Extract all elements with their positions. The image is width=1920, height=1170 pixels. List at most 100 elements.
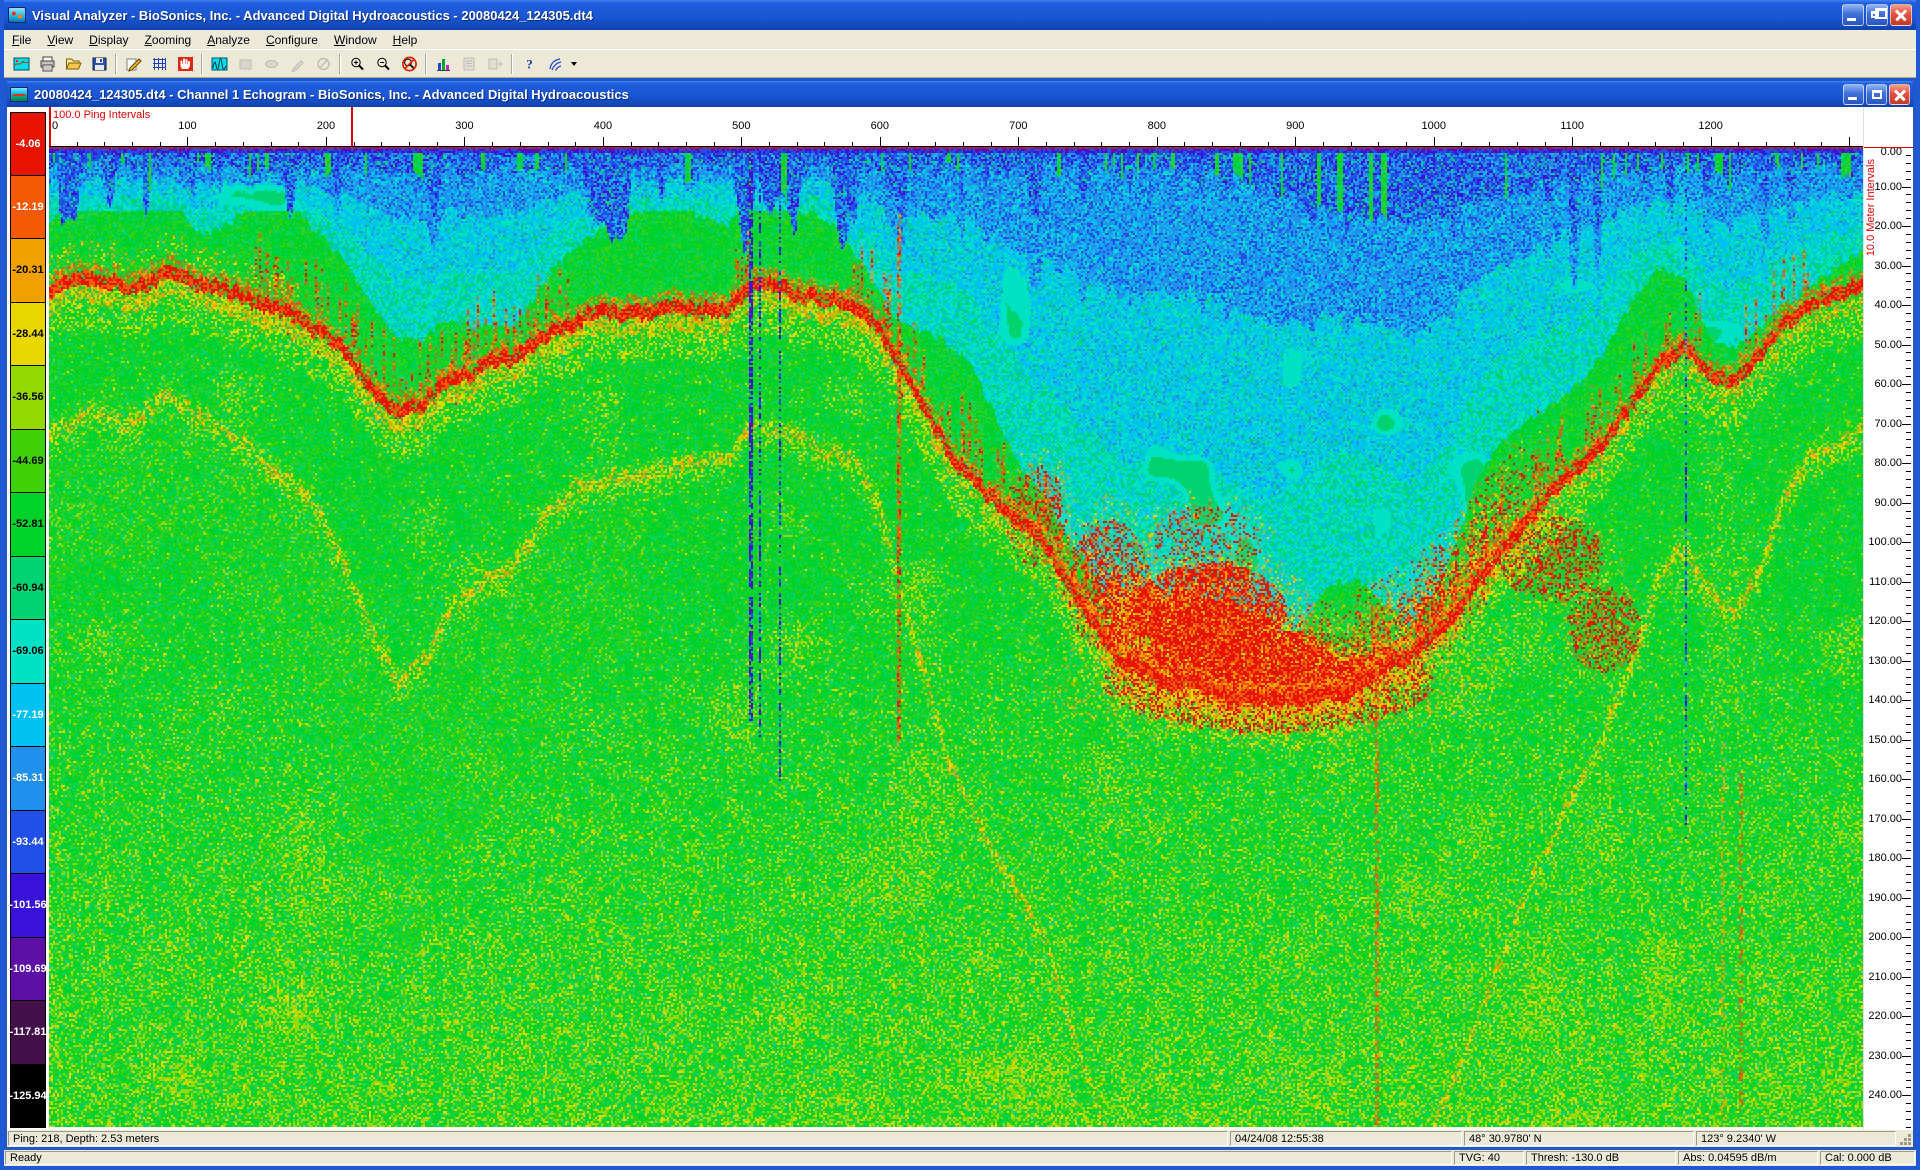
ping-tick	[1268, 142, 1269, 146]
depth-tick	[1906, 1087, 1911, 1088]
ping-tick	[1434, 137, 1435, 146]
menu-configure[interactable]: Configure	[258, 31, 326, 49]
ping-tick-label: 0	[52, 120, 58, 132]
menu-file[interactable]: File	[4, 31, 39, 49]
status-latitude: 48° 30.9780' N	[1464, 1131, 1694, 1146]
grid-icon[interactable]	[146, 52, 172, 76]
depth-tick	[1906, 811, 1911, 812]
depth-tick	[1906, 479, 1911, 480]
color-scale-item: -28.44	[10, 303, 46, 367]
depth-tick	[1906, 234, 1911, 235]
depth-tick	[1906, 194, 1911, 195]
sound-icon[interactable]	[542, 52, 568, 76]
ping-tick	[1378, 142, 1379, 146]
ping-tick	[1489, 142, 1490, 146]
menu-analyze[interactable]: Analyze	[199, 31, 258, 49]
depth-tick	[1906, 1064, 1911, 1065]
hand-stop-icon[interactable]	[172, 52, 198, 76]
depth-tick-label: 180.00	[1868, 852, 1902, 864]
depth-tick	[1902, 1095, 1911, 1096]
zoom-out-icon[interactable]	[370, 52, 396, 76]
ping-tick-label: 800	[1148, 120, 1166, 132]
depth-tick	[1902, 226, 1911, 227]
depth-tick-label: 110.00	[1869, 576, 1902, 588]
waveform-icon[interactable]	[206, 52, 232, 76]
color-scale-item: -77.19	[10, 684, 46, 748]
ping-tick	[520, 142, 521, 146]
depth-tick-label: 70.00	[1874, 418, 1902, 430]
depth-tick-label: 80.00	[1874, 457, 1902, 469]
ping-tick	[409, 142, 410, 146]
color-scale-item: -52.81	[10, 493, 46, 557]
menu-help[interactable]: Help	[385, 31, 426, 49]
echogram-canvas[interactable]	[49, 147, 1863, 1127]
depth-tick	[1906, 590, 1911, 591]
depth-tick	[1906, 629, 1911, 630]
ping-tick	[1212, 142, 1213, 146]
ping-tick	[631, 142, 632, 146]
depth-tick	[1906, 376, 1911, 377]
zoom-in-icon[interactable]	[344, 52, 370, 76]
surface-line	[1864, 147, 1913, 148]
status-threshold: Thresh: -130.0 dB	[1526, 1151, 1676, 1165]
ping-tick	[603, 137, 604, 146]
main-status-bar: Ready TVG: 40 Thresh: -130.0 dB Abs: 0.0…	[4, 1150, 1916, 1166]
status-absorption: Abs: 0.04595 dB/m	[1678, 1151, 1818, 1165]
print-icon[interactable]	[34, 52, 60, 76]
ping-ruler: 100.0 Ping Intervals 0100200300400500600…	[49, 107, 1863, 147]
color-scale-item: -117.81	[10, 1001, 46, 1065]
close-button[interactable]	[1890, 4, 1912, 26]
depth-tick-label: 10.00	[1874, 181, 1902, 193]
depth-tick	[1902, 542, 1911, 543]
depth-tick	[1906, 1001, 1911, 1002]
toolbar-separator	[425, 54, 427, 74]
edit-icon[interactable]	[120, 52, 146, 76]
ping-tick	[1323, 142, 1324, 146]
depth-tick	[1902, 1056, 1911, 1057]
echogram-view-icon[interactable]	[8, 52, 34, 76]
depth-tick	[1906, 550, 1911, 551]
depth-tick	[1906, 637, 1911, 638]
open-icon[interactable]	[60, 52, 86, 76]
menu-window[interactable]: Window	[326, 31, 385, 49]
ping-tick	[1295, 137, 1296, 146]
depth-tick	[1902, 937, 1911, 938]
depth-tick	[1906, 329, 1911, 330]
depth-tick	[1906, 597, 1911, 598]
app-icon	[8, 7, 26, 23]
child-close-button[interactable]	[1889, 84, 1910, 105]
child-minimize-button[interactable]	[1843, 84, 1864, 105]
depth-tick	[1906, 922, 1911, 923]
ping-tick-label: 300	[455, 120, 473, 132]
child-maximize-button[interactable]	[1866, 84, 1887, 105]
menu-view[interactable]: View	[39, 31, 81, 49]
title-bar[interactable]: Visual Analyzer - BioSonics, Inc. - Adva…	[4, 0, 1916, 30]
chart-icon[interactable]	[430, 52, 456, 76]
depth-tick	[1906, 692, 1911, 693]
dropdown-caret-icon[interactable]	[568, 52, 579, 76]
visual-analyzer-window: Visual Analyzer - BioSonics, Inc. - Adva…	[0, 0, 1920, 1170]
ping-tick	[852, 142, 853, 146]
ping-tick	[381, 142, 382, 146]
menu-display[interactable]: Display	[81, 31, 136, 49]
menu-zooming[interactable]: Zooming	[137, 31, 200, 49]
depth-tick	[1906, 289, 1911, 290]
status-tvg: TVG: 40	[1454, 1151, 1524, 1165]
resize-grip[interactable]	[1897, 1130, 1913, 1147]
depth-tick	[1906, 1008, 1911, 1009]
zoom-reset-icon[interactable]	[396, 52, 422, 76]
restore-button[interactable]	[1866, 4, 1888, 26]
child-title-bar[interactable]: 20080424_124305.dt4 - Channel 1 Echogram…	[7, 81, 1913, 107]
ping-tick	[797, 142, 798, 146]
ping-tick	[824, 142, 825, 146]
minimize-button[interactable]	[1842, 4, 1864, 26]
help-icon[interactable]: ?	[516, 52, 542, 76]
save-icon[interactable]	[86, 52, 112, 76]
depth-tick-label: 210.00	[1868, 971, 1902, 983]
depth-tick	[1906, 471, 1911, 472]
depth-tick	[1902, 819, 1911, 820]
erase-icon	[310, 52, 336, 76]
depth-tick	[1906, 511, 1911, 512]
depth-tick	[1902, 779, 1911, 780]
status-datetime: 04/24/08 12:55:38	[1230, 1131, 1462, 1146]
